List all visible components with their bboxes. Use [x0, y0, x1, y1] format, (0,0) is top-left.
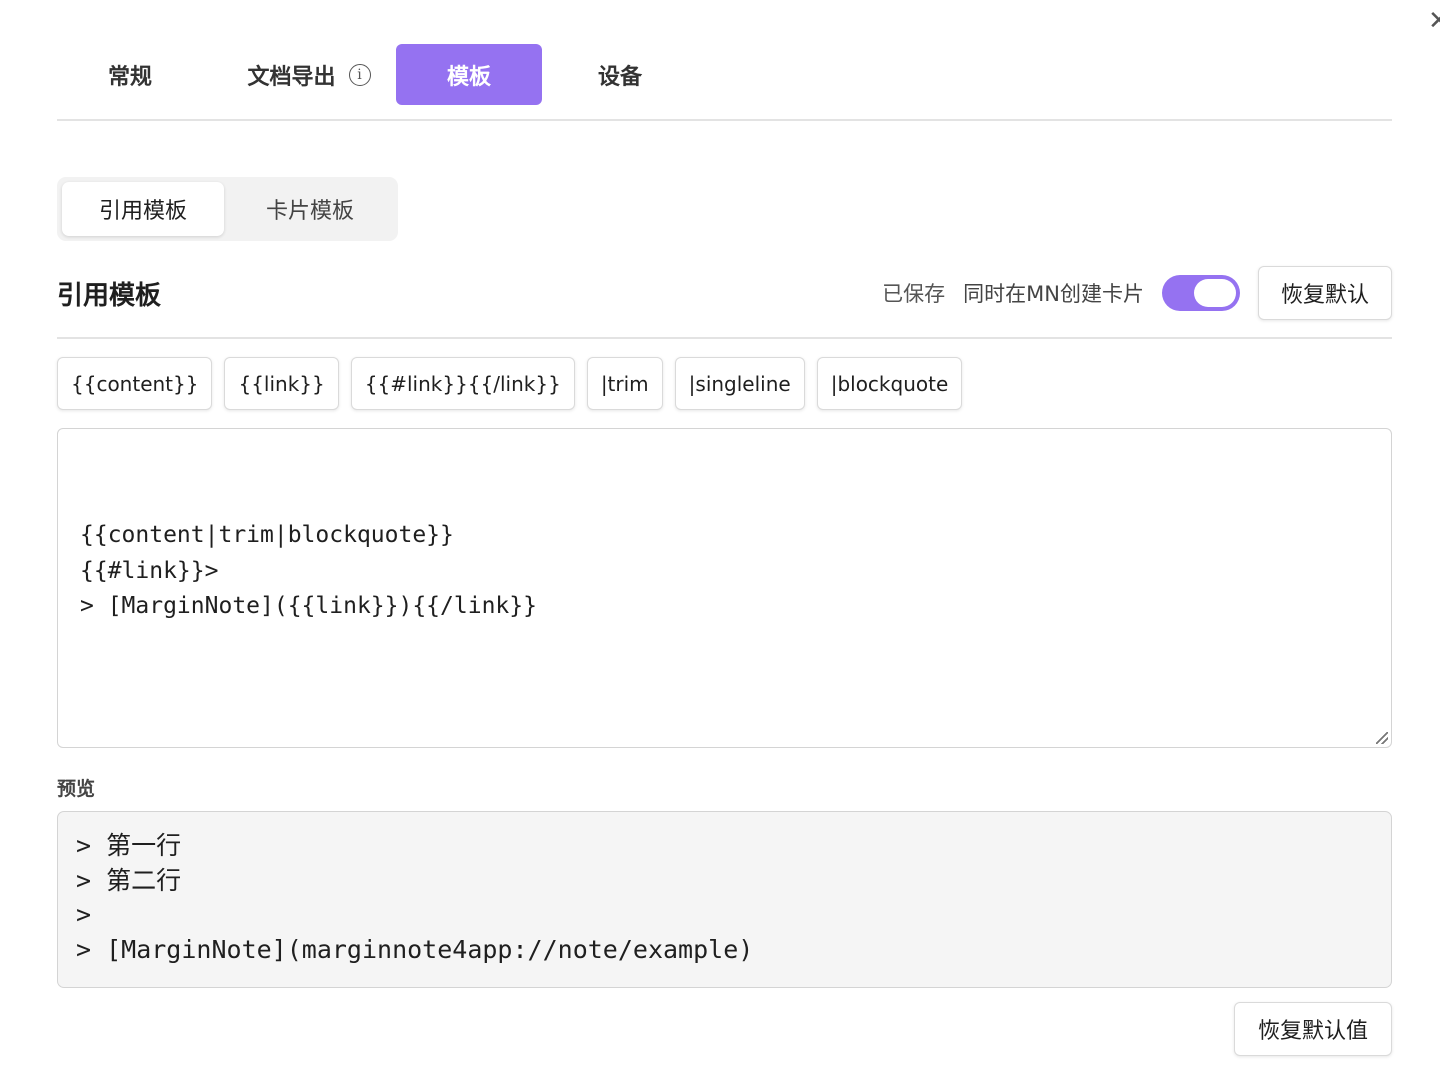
restore-defaults-label: 恢复默认值 [1257, 1019, 1368, 1044]
template-editor[interactable]: {{content|trim|blockquote}} {{#link}}> >… [57, 428, 1392, 748]
preview-line: > [76, 900, 92, 929]
preview-label: 预览 [57, 778, 96, 800]
preview-line: > 第一行 [76, 831, 182, 860]
tab-devices[interactable]: 设备 [547, 44, 693, 105]
segment-card-template-label: 卡片模板 [265, 199, 354, 224]
segment-card-template[interactable]: 卡片模板 [229, 182, 391, 236]
tab-templates[interactable]: 模板 [396, 44, 542, 105]
resize-grip-icon[interactable] [1376, 732, 1388, 744]
preview-line: > [MarginNote](marginnote4app://note/exa… [76, 934, 754, 964]
saved-status: 已保存 [882, 282, 946, 306]
segment-quote-template-label: 引用模板 [98, 199, 187, 224]
template-variable-chips: {{content}} {{link}} {{#link}}{{/link}} … [57, 357, 974, 411]
segment-quote-template[interactable]: 引用模板 [62, 182, 224, 236]
tab-general[interactable]: 常规 [57, 44, 203, 105]
tab-document-export[interactable]: 文档导出 i [221, 44, 397, 105]
chip-blockquote[interactable]: |blockquote [816, 357, 963, 410]
chip-content[interactable]: {{content}} [57, 357, 213, 410]
tab-general-label: 常规 [107, 64, 152, 90]
tab-devices-label: 设备 [597, 64, 642, 90]
section-actions: 已保存 同时在MN创建卡片 恢复默认 [882, 266, 1392, 320]
chip-singleline[interactable]: |singleline [674, 357, 805, 410]
sync-mn-card-label: 同时在MN创建卡片 [963, 282, 1144, 306]
reset-default-button[interactable]: 恢复默认 [1258, 266, 1392, 320]
reset-default-label: 恢复默认 [1280, 283, 1369, 308]
chip-link[interactable]: {{link}} [224, 357, 339, 410]
section-title: 引用模板 [57, 281, 162, 311]
chip-link-block[interactable]: {{#link}}{{/link}} [350, 357, 575, 410]
restore-defaults-button[interactable]: 恢复默认值 [1234, 1002, 1392, 1056]
settings-tabs: 常规 文档导出 i 模板 设备 [57, 44, 1392, 121]
template-type-switcher: 引用模板 卡片模板 [57, 177, 398, 241]
section-divider [57, 337, 1392, 339]
preview-line: > 第二行 [76, 865, 182, 895]
sync-mn-card-toggle[interactable] [1162, 275, 1240, 311]
preview-box: > 第一行 > 第二行 > > [MarginNote](marginnote4… [57, 811, 1392, 988]
tab-templates-label: 模板 [446, 64, 491, 90]
template-editor-text: {{content|trim|blockquote}} {{#link}}> >… [80, 522, 537, 619]
chip-trim[interactable]: |trim [586, 357, 663, 410]
toggle-knob [1194, 279, 1236, 307]
info-icon[interactable]: i [348, 63, 371, 86]
close-icon[interactable]: ✕ [1428, 6, 1440, 36]
tab-document-export-label: 文档导出 [247, 64, 336, 90]
